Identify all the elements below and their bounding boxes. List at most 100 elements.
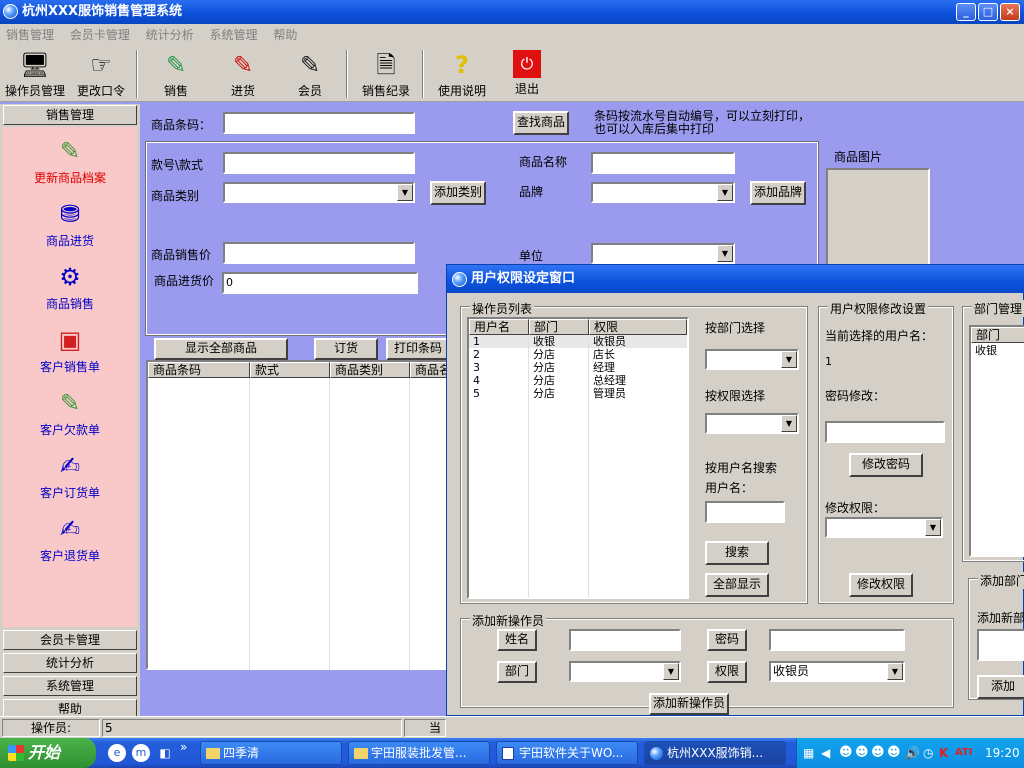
unit-select[interactable]: ▼ (591, 243, 735, 264)
find-product-button[interactable]: 查找商品 (513, 111, 569, 135)
close-button[interactable]: × (1000, 3, 1020, 21)
table-cell[interactable]: 分店 (533, 375, 555, 387)
minimize-button[interactable]: _ (956, 3, 976, 21)
chevron-down-icon[interactable]: ▼ (717, 184, 733, 201)
table-cell[interactable]: 分店 (533, 388, 555, 400)
menu-statistics[interactable]: 统计分析 (146, 28, 194, 42)
volume-icon[interactable]: 🔊 (905, 738, 920, 768)
member-button[interactable]: ✎ 会员 (282, 50, 338, 100)
clock-icon[interactable]: ◷ (923, 738, 933, 768)
perm-select[interactable]: ▼ (705, 413, 799, 434)
chevron-down-icon[interactable]: ▼ (397, 184, 413, 201)
table-cell[interactable]: 店长 (593, 349, 615, 361)
ati-icon[interactable]: ATI (955, 738, 973, 768)
chevron-down-icon[interactable]: ▼ (663, 663, 679, 680)
category-select[interactable]: ▼ (223, 182, 415, 203)
add-brand-button[interactable]: 添加品牌 (750, 181, 806, 205)
chevron-down-icon[interactable]: ▼ (781, 351, 797, 368)
chevron-down-icon[interactable]: ▼ (717, 245, 733, 262)
chevron-down-icon[interactable]: ▼ (781, 415, 797, 432)
sales-record-button[interactable]: 🗎 销售纪录 (356, 50, 416, 100)
qq-icon[interactable]: ☻ (839, 738, 853, 768)
style-input[interactable] (223, 152, 415, 174)
quicklaunch-icon[interactable]: m (132, 744, 150, 762)
sale-price-input[interactable] (223, 242, 415, 264)
table-cell[interactable]: 4 (473, 375, 480, 387)
dept-select[interactable]: ▼ (705, 349, 799, 370)
new-password-input[interactable] (825, 421, 945, 443)
task-button-active[interactable]: 杭州XXX服饰销... (644, 741, 786, 765)
operator-list-grid[interactable]: 用户名 部门 权限 1 收银 收银员 2 分店 店长 3 分店 经理 4 分店 … (467, 317, 689, 599)
sidebar-header-statistics[interactable]: 统计分析 (3, 653, 137, 673)
table-cell[interactable]: 收银 (533, 336, 555, 348)
show-all-button[interactable]: 全部显示 (705, 573, 769, 597)
table-cell[interactable]: 收银 (975, 345, 997, 357)
table-cell[interactable]: 5 (473, 388, 480, 400)
add-dept-input[interactable] (977, 629, 1024, 661)
grid-header[interactable]: 用户名 (469, 319, 529, 335)
grid-header[interactable]: 商品名 (410, 362, 450, 378)
sales-button[interactable]: ✎ 销售 (148, 50, 204, 100)
exit-button[interactable]: ⏻ 退出 (502, 50, 552, 100)
grid-header[interactable]: 权限 (589, 319, 687, 335)
print-barcode-button[interactable]: 打印条码 (386, 338, 450, 360)
sidebar-item-sale[interactable]: ⚙ 商品销售 (3, 261, 137, 312)
grid-header[interactable]: 部门 (971, 327, 1024, 343)
purchase-button[interactable]: ✎ 进货 (215, 50, 271, 100)
table-cell[interactable]: 2 (473, 349, 480, 361)
sidebar-item-purchase[interactable]: ⛃ 商品进货 (3, 198, 137, 249)
grid-header[interactable]: 部门 (529, 319, 589, 335)
menu-sales[interactable]: 销售管理 (6, 28, 54, 42)
clock[interactable]: 19:20 (985, 738, 1020, 768)
table-cell[interactable]: 经理 (593, 362, 615, 374)
order-button[interactable]: 订货 (314, 338, 378, 360)
permission-modify-select[interactable]: ▼ (825, 517, 943, 538)
grid-header[interactable]: 款式 (250, 362, 330, 378)
sidebar-item-customer-return[interactable]: ✍ 客户退货单 (3, 513, 137, 564)
manual-button[interactable]: ? 使用说明 (432, 50, 492, 100)
window-titlebar[interactable]: 杭州XXX服饰销售管理系统 (0, 0, 1024, 24)
table-cell[interactable]: 管理员 (593, 388, 626, 400)
sidebar-item-update-product[interactable]: ✎ 更新商品档案 (3, 135, 137, 186)
task-button[interactable]: 宇田软件关于WO... (496, 741, 638, 765)
ie-icon[interactable]: e (108, 744, 126, 762)
table-cell[interactable]: 总经理 (593, 375, 626, 387)
grid-header[interactable]: 商品类别 (330, 362, 410, 378)
table-cell[interactable]: 3 (473, 362, 480, 374)
add-dept-button[interactable]: 添加 (977, 675, 1024, 699)
sidebar-header-system[interactable]: 系统管理 (3, 676, 137, 696)
qq-icon[interactable]: ☻ (855, 738, 869, 768)
sidebar-header-membership[interactable]: 会员卡管理 (3, 630, 137, 650)
menu-help[interactable]: 帮助 (273, 28, 297, 42)
product-name-input[interactable] (591, 152, 735, 174)
task-button[interactable]: 宇田服装批发管... (348, 741, 490, 765)
barcode-input[interactable] (223, 112, 415, 134)
modify-permission-button[interactable]: 修改权限 (849, 573, 913, 597)
maximize-button[interactable]: □ (978, 3, 998, 21)
add-operator-button[interactable]: 添加新操作员 (649, 693, 729, 715)
antivirus-icon[interactable]: K (939, 738, 948, 768)
qq-icon[interactable]: ☻ (887, 738, 901, 768)
sidebar-item-customer-order[interactable]: ✍ 客户订货单 (3, 450, 137, 501)
task-button[interactable]: 四季清 (200, 741, 342, 765)
new-operator-password-input[interactable] (769, 629, 905, 651)
sidebar-item-customer-debt[interactable]: ✎ 客户欠款单 (3, 387, 137, 438)
table-cell[interactable]: 分店 (533, 349, 555, 361)
show-desktop-icon[interactable]: ◧ (156, 744, 174, 762)
modify-password-button[interactable]: 修改密码 (849, 453, 923, 477)
new-operator-name-input[interactable] (569, 629, 681, 651)
brand-select[interactable]: ▼ (591, 182, 735, 203)
new-operator-dept-select[interactable]: ▼ (569, 661, 681, 682)
menu-membership[interactable]: 会员卡管理 (70, 28, 130, 42)
table-cell[interactable]: 1 (473, 336, 480, 348)
table-cell[interactable]: 分店 (533, 362, 555, 374)
operator-manage-button[interactable]: 🖥 操作员管理 (2, 50, 68, 100)
chevron-down-icon[interactable]: ▼ (925, 519, 941, 536)
tray-left-chevron-icon[interactable]: ◀ (821, 738, 830, 768)
product-grid[interactable]: 商品条码 款式 商品类别 商品名 (146, 360, 450, 670)
dialog-titlebar[interactable]: 用户权限设定窗口 (447, 265, 1024, 293)
dept-grid[interactable]: 部门 收银 (969, 325, 1024, 557)
username-search-input[interactable] (705, 501, 785, 523)
show-all-products-button[interactable]: 显示全部商品 (154, 338, 288, 360)
sidebar-header-sales[interactable]: 销售管理 (3, 105, 137, 125)
